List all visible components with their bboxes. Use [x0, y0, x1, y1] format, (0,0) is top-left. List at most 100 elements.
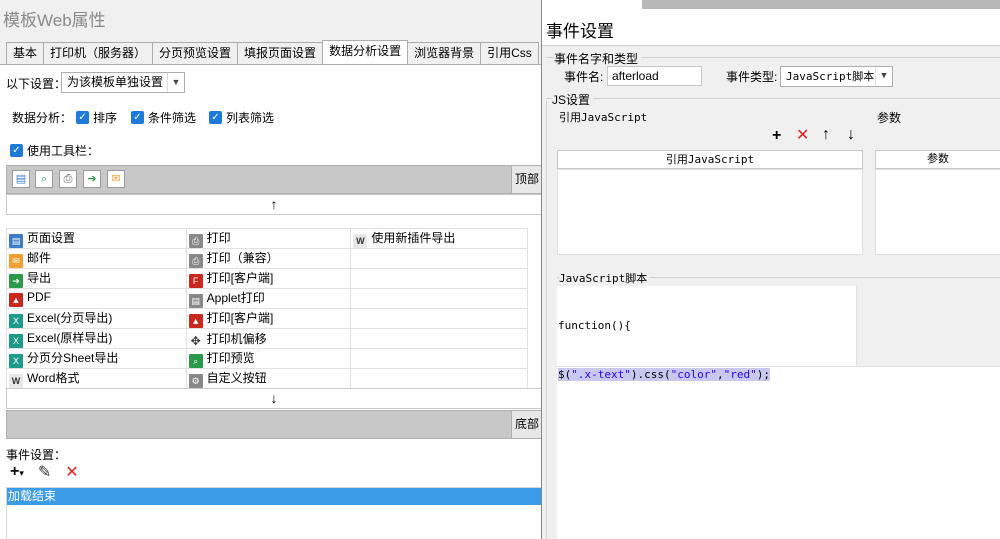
toolbar-button-cell [350, 308, 528, 329]
mail-icon[interactable]: ✉ [107, 170, 125, 188]
arrow-down-icon[interactable]: ↓ [847, 127, 855, 143]
params-label: 参数 [877, 109, 905, 126]
toolbar-button-label: Applet打印 [206, 291, 265, 305]
toolbar-button-cell[interactable]: ⌕ 打印预览 [185, 348, 352, 369]
toolbar-button-cell[interactable]: ▲ 打印[客户端] [185, 308, 352, 329]
checkmark-icon: ✓ [131, 111, 144, 124]
toolbar-button-label: 打印[客户端] [206, 311, 274, 325]
code-token: , [716, 368, 724, 381]
flash-icon: F [188, 274, 203, 288]
toolbar-preview-top: ▤ ⌕ ⎙ ➔ ✉ 顶部 [6, 165, 542, 194]
toolbar-button-cell [350, 248, 528, 269]
print-icon: ⎙ [188, 254, 203, 268]
settings-label: 以下设置： [6, 77, 67, 91]
applet-icon: ▤ [188, 294, 203, 308]
toolbar-button-label: 页面设置 [27, 231, 76, 245]
toolbar-button-cell[interactable]: ▲ PDF [6, 288, 187, 309]
tab-browser-background[interactable]: 浏览器背景 [407, 42, 482, 64]
toolbar-button-label: 打印[客户端] [206, 271, 274, 285]
tab-pagination-preview[interactable]: 分页预览设置 [152, 42, 239, 64]
condition-filter-checkbox[interactable]: ✓ 条件筛选 [131, 109, 196, 126]
toolbar-button-cell[interactable]: ➔ 导出 [6, 268, 187, 289]
toolbar-button-cell [350, 368, 528, 389]
toolbar-button-cell[interactable]: ✥ 打印机偏移 [185, 328, 352, 349]
toolbar-button-cell [350, 268, 528, 289]
condition-filter-label: 条件筛选 [148, 111, 197, 125]
tab-ref-css[interactable]: 引用Css [480, 42, 539, 64]
table-row: W Word格式 ⚙ 自定义按钮 [6, 368, 528, 389]
toolbar-button-cell[interactable]: ▤ Applet打印 [185, 288, 352, 309]
toolbar-button-cell[interactable]: ⎙ 打印（兼容） [185, 248, 352, 269]
js-code-editor[interactable]: $(".x-text").css("color","red"); [557, 366, 1000, 539]
toolbar-button-label: 邮件 [27, 251, 52, 265]
add-event-button[interactable]: +▾ [10, 463, 24, 481]
data-analysis-label: 数据分析： [12, 111, 73, 125]
print-icon: ⎙ [188, 234, 203, 248]
toolbar-button-label: 分页分Sheet导出 [27, 351, 119, 365]
section-js-legend: JS设置 [552, 91, 594, 108]
event-type-value: JavaScript脚本 [786, 70, 875, 83]
toolbar-button-cell[interactable]: ✉ 邮件 [6, 248, 187, 269]
page-icon: ▤ [9, 234, 23, 248]
list-item[interactable]: 加载结束 [7, 488, 541, 505]
event-name-field[interactable]: afterload [607, 66, 702, 86]
toolbar-button-cell[interactable]: W 使用新插件导出 [350, 228, 528, 249]
settings-select-value: 为该模板单独设置 [67, 75, 164, 89]
toolbar-button-cell[interactable]: X Excel(原样导出) [6, 328, 187, 349]
export-icon[interactable]: ➔ [83, 170, 101, 188]
print-icon[interactable]: ⎙ [59, 170, 77, 188]
code-line-2: $(".x-text").css("color","red"); [558, 368, 770, 381]
toolbar-button-label: 自定义按钮 [206, 371, 267, 385]
page-setup-icon[interactable]: ▤ [12, 170, 30, 188]
toolbar-button-label: Excel(分页导出) [27, 311, 113, 325]
add-icon[interactable]: + [772, 128, 781, 144]
toolbar-button-cell[interactable]: F 打印[客户端] [185, 268, 352, 289]
js-code-editor-top[interactable]: function(){ [557, 286, 857, 366]
chevron-down-icon: ▼ [875, 67, 892, 86]
code-token: ); [756, 368, 770, 381]
toolbar-button-cell[interactable]: ▤ 页面设置 [6, 228, 187, 249]
params-list[interactable] [875, 169, 1000, 255]
event-list: 加载结束 [6, 487, 542, 539]
tab-fill-page[interactable]: 填报页面设置 [237, 42, 324, 64]
use-toolbar-label: 使用工具栏： [27, 144, 100, 158]
tab-basic[interactable]: 基本 [6, 42, 45, 64]
chevron-down-icon: ▼ [167, 73, 184, 92]
event-type-select[interactable]: JavaScript脚本 ▼ [780, 66, 893, 87]
checkmark-icon: ✓ [10, 144, 23, 157]
move-down-button[interactable]: ↓ [6, 388, 542, 409]
toolbar-button-cell[interactable]: ⚙ 自定义按钮 [185, 368, 352, 389]
toolbar-button-cell[interactable]: W Word格式 [6, 368, 187, 389]
toolbar-button-cell[interactable]: ⎙ 打印 [185, 228, 352, 249]
table-row: ➔ 导出 F 打印[客户端] [6, 268, 528, 289]
tab-bar: 基本 打印机（服务器） 分页预览设置 填报页面设置 数据分析设置 浏览器背景 引… [6, 40, 539, 64]
toolbar-button-label: 打印 [206, 231, 231, 245]
tab-printer-server[interactable]: 打印机（服务器） [43, 42, 154, 64]
delete-icon[interactable]: ✕ [65, 462, 78, 482]
column-filter-checkbox[interactable]: ✓ 列表筛选 [209, 109, 274, 126]
move-up-button[interactable]: ↑ [6, 194, 542, 215]
section-name-type-legend: 事件名字和类型 [554, 50, 642, 67]
toolbar-button-cell[interactable]: X 分页分Sheet导出 [6, 348, 187, 369]
mail-icon: ✉ [9, 254, 23, 268]
excel-icon: X [9, 334, 23, 348]
toolbar-button-cell [350, 328, 528, 349]
code-token: ).css( [630, 368, 671, 381]
settings-select[interactable]: 为该模板单独设置 ▼ [61, 72, 185, 93]
toolbar-button-label: 使用新插件导出 [371, 231, 456, 245]
toolbar-button-cell[interactable]: X Excel(分页导出) [6, 308, 187, 329]
word-icon: W [9, 374, 23, 388]
ref-js-list[interactable] [557, 169, 863, 255]
section-border-left [546, 101, 547, 539]
event-settings-dialog: 事件设置 事件名字和类型 事件名: afterload 事件类型: JavaSc… [541, 0, 1000, 539]
tab-data-analysis[interactable]: 数据分析设置 [322, 40, 409, 64]
use-toolbar-checkbox[interactable]: ✓ 使用工具栏： [10, 142, 99, 159]
arrow-up-icon[interactable]: ↑ [822, 127, 830, 143]
table-row: ✉ 邮件 ⎙ 打印（兼容） [6, 248, 528, 269]
edit-icon[interactable]: ✎ [38, 462, 51, 482]
code-token: ".x-text" [571, 368, 631, 381]
delete-icon[interactable]: ✕ [796, 128, 809, 144]
sort-checkbox[interactable]: ✓ 排序 [76, 109, 117, 126]
code-token: $( [558, 368, 572, 381]
print-preview-icon[interactable]: ⌕ [35, 170, 53, 188]
